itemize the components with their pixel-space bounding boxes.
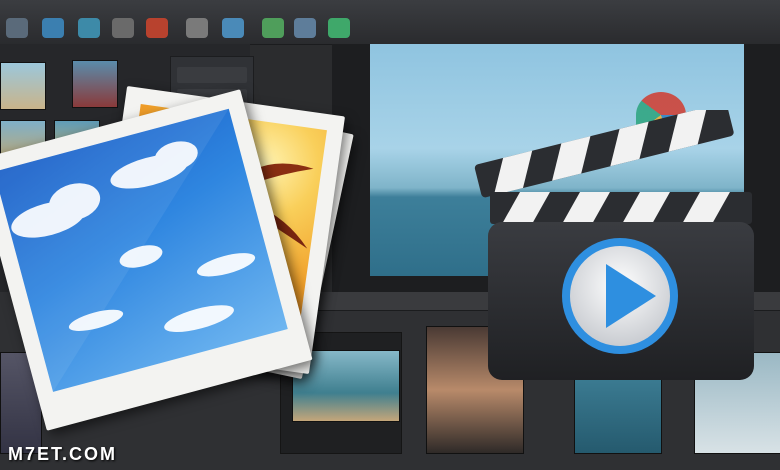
media-thumbnail[interactable] — [72, 60, 118, 108]
toolbar-button-3[interactable] — [78, 18, 100, 38]
toolbar-button-1[interactable] — [6, 18, 28, 38]
clouds-icon — [0, 108, 256, 392]
media-thumbnail[interactable] — [0, 62, 46, 110]
editor-toolbar — [0, 0, 780, 45]
clapperboard-play-icon — [474, 110, 754, 380]
toolbar-button-7[interactable] — [222, 18, 244, 38]
toolbar-button-10[interactable] — [328, 18, 350, 38]
toolbar-button-9[interactable] — [294, 18, 316, 38]
toolbar-button-4[interactable] — [112, 18, 134, 38]
toolbar-button-8[interactable] — [262, 18, 284, 38]
menu-item[interactable] — [177, 67, 247, 83]
toolbar-button-6[interactable] — [186, 18, 208, 38]
toolbar-button-5[interactable] — [146, 18, 168, 38]
toolbar-button-2[interactable] — [42, 18, 64, 38]
watermark-text: M7ET.COM — [8, 444, 118, 464]
